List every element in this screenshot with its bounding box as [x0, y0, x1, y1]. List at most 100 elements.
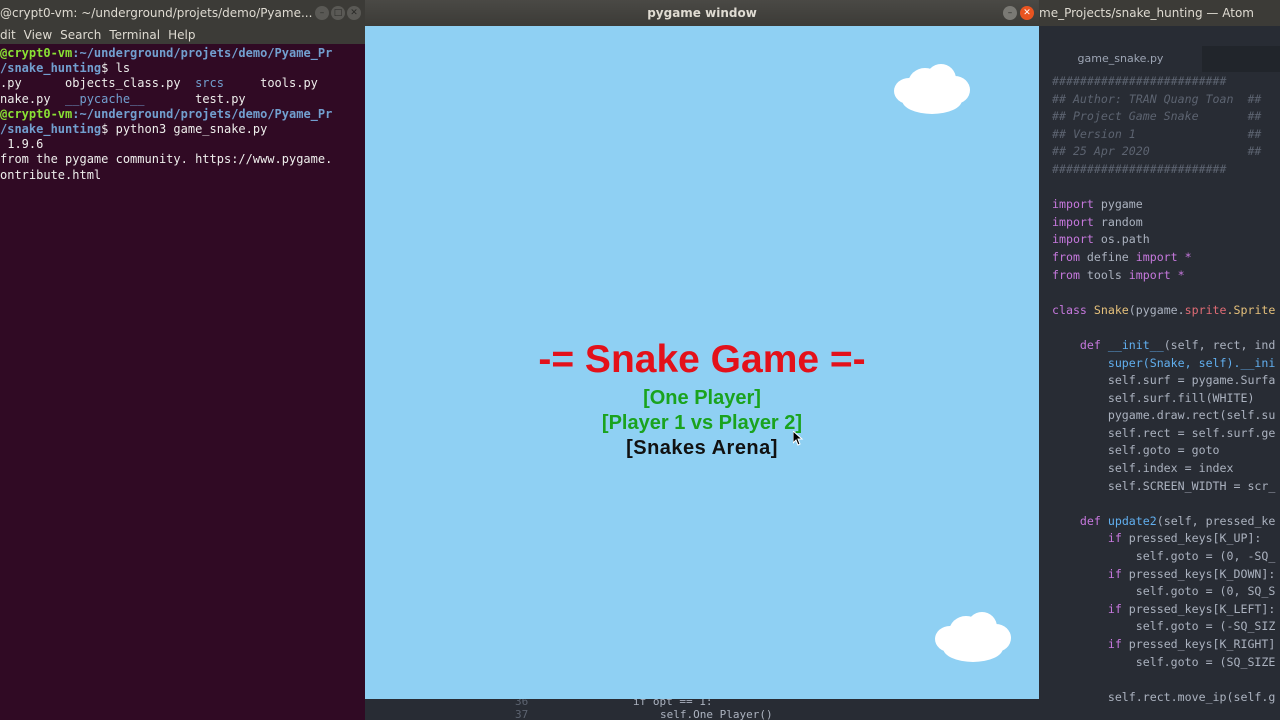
terminal-titlebar[interactable]: @crypt0-vm: ~/underground/projets/demo/P…	[0, 0, 365, 26]
code-text: define	[1079, 249, 1136, 264]
code-text: pressed_keys[K_RIGHT]	[1121, 637, 1276, 651]
code-comment: ## Author: TRAN Quang Toan ##	[1052, 91, 1262, 106]
code-comment: ## Project Game Snake ##	[1052, 109, 1262, 124]
code-keyword: if	[1107, 637, 1122, 651]
code-text: pygame.draw.rect(self.su	[1107, 408, 1276, 423]
code-function: update2	[1107, 513, 1157, 528]
code-text: tools	[1079, 267, 1129, 282]
menu-help[interactable]: Help	[168, 28, 195, 42]
code-keyword: if	[1107, 601, 1122, 616]
code-text: self.index = index	[1107, 461, 1234, 476]
code-text: pressed_keys[K_UP]:	[1121, 531, 1262, 546]
code-keyword: if	[1107, 531, 1122, 546]
code-text: super(Snake, self).__ini	[1107, 355, 1276, 370]
prompt-path: :~/underground/projets/demo/Pyame_Pr	[72, 46, 333, 60]
line-number: 36	[515, 699, 529, 708]
menu-option-snakes-arena[interactable]: [Snakes Arena]	[365, 435, 1039, 461]
terminal-title: @crypt0-vm: ~/underground/projets/demo/P…	[0, 6, 313, 20]
background-editor-strip: 36 37 if opt == 1: self.One_Player()	[365, 699, 1039, 720]
code-text: random	[1093, 214, 1143, 229]
code-keyword: import *	[1128, 267, 1185, 282]
code-keyword: import	[1052, 197, 1094, 212]
atom-tab-bar: game_snake.py	[1039, 46, 1280, 72]
code-prop: sprite	[1184, 302, 1227, 317]
code-keyword: def	[1079, 337, 1101, 352]
prompt-path: /snake_hunting	[0, 122, 102, 137]
output-line: 1.9.6	[0, 137, 44, 152]
prompt-user: @crypt0-vm	[0, 106, 73, 121]
code-keyword: def	[1079, 513, 1101, 528]
code-keyword: class	[1052, 302, 1087, 317]
code-text: (self, rect, ind	[1163, 337, 1276, 352]
menu-view[interactable]: View	[24, 28, 52, 42]
menu-terminal[interactable]: Terminal	[109, 28, 160, 42]
code-keyword: from	[1052, 249, 1080, 264]
code-comment: #########################	[1052, 161, 1227, 176]
command-run: $ python3 game_snake.py	[101, 122, 268, 137]
ls-output: nake.py	[0, 91, 66, 106]
ls-output: .py objects_class.py	[0, 76, 196, 91]
menu-edit[interactable]: dit	[0, 28, 16, 42]
code-text: pygame	[1093, 197, 1143, 212]
code-keyword: import	[1052, 232, 1094, 247]
game-title: -= Snake Game =-	[538, 338, 866, 381]
code-text: if opt == 1:	[633, 699, 713, 708]
code-text: self.SCREEN_WIDTH = scr_	[1107, 478, 1276, 493]
command-ls: $ ls	[101, 61, 131, 76]
code-text: os.path	[1093, 232, 1150, 247]
terminal-menubar: dit View Search Terminal Help	[0, 26, 365, 44]
code-text: self.goto = (0, -SQ_	[1135, 549, 1276, 564]
tab-game-snake[interactable]: game_snake.py	[1039, 46, 1202, 72]
code-comment: ## 25 Apr 2020 ##	[1052, 144, 1262, 159]
code-text: pressed_keys[K_LEFT]:	[1121, 601, 1276, 616]
code-keyword: from	[1052, 267, 1080, 282]
menu-option-one-player[interactable]: [One Player]	[365, 385, 1039, 411]
code-text: self.goto = (SQ_SIZE	[1135, 654, 1276, 669]
code-text: self.goto = (0, SQ_S	[1135, 584, 1276, 599]
code-keyword: import *	[1135, 249, 1192, 264]
code-text: self.surf.fill(WHITE)	[1107, 390, 1255, 405]
prompt-path: /snake_hunting	[0, 61, 102, 76]
code-text: self.goto = goto	[1107, 443, 1220, 458]
code-keyword: import	[1052, 214, 1094, 229]
code-class: Snake	[1093, 302, 1129, 317]
close-icon[interactable]: ✕	[347, 6, 361, 20]
terminal-window[interactable]: @crypt0-vm: ~/underground/projets/demo/P…	[0, 0, 365, 720]
cloud-sprite	[894, 64, 972, 120]
pygame-titlebar[interactable]: pygame window	[365, 0, 1039, 26]
pygame-window-title: pygame window	[647, 6, 757, 20]
ls-dir: __pycache__	[65, 91, 145, 106]
menu-option-two-player[interactable]: [Player 1 vs Player 2]	[365, 410, 1039, 436]
ls-dir: srcs	[195, 76, 224, 91]
atom-title: me_Projects/snake_hunting — Atom	[1039, 6, 1254, 20]
menu-search[interactable]: Search	[60, 28, 101, 42]
output-line: ontribute.html	[0, 167, 102, 182]
cloud-sprite	[935, 612, 1013, 668]
code-editor[interactable]: ######################### ## Author: TRA…	[1052, 73, 1275, 706]
code-text: self.rect = self.surf.ge	[1107, 425, 1276, 440]
terminal-output[interactable]: @crypt0-vm:~/underground/projets/demo/Py…	[0, 46, 365, 183]
code-text: self.rect.move_ip(self.g	[1107, 689, 1276, 704]
atom-titlebar[interactable]: me_Projects/snake_hunting — Atom	[1039, 0, 1280, 26]
code-comment: #########################	[1052, 74, 1227, 88]
close-icon[interactable]: ✕	[1020, 6, 1034, 20]
prompt-path: :~/underground/projets/demo/Pyame_Pr	[72, 106, 333, 121]
maximize-icon[interactable]: □	[331, 6, 345, 20]
output-line: from the pygame community. https://www.p…	[0, 152, 333, 167]
pygame-window[interactable]: pygame window – ✕ -= Snake Game =- [One …	[365, 0, 1039, 699]
ls-output: tools.py	[223, 76, 318, 91]
minimize-icon[interactable]: –	[1003, 6, 1017, 20]
code-text: (pygame.	[1128, 302, 1185, 317]
prompt-user: @crypt0-vm	[0, 46, 73, 60]
code-text: (self, pressed_ke	[1156, 513, 1276, 528]
code-function: __init__	[1107, 337, 1164, 352]
minimize-icon[interactable]: –	[315, 6, 329, 20]
code-class: .Sprite	[1226, 302, 1276, 317]
code-text: pressed_keys[K_DOWN]:	[1121, 566, 1276, 581]
code-comment: ## Version 1 ##	[1052, 126, 1262, 141]
code-text: self.One_Player()	[660, 708, 773, 720]
code-text: self.surf = pygame.Surfa	[1107, 373, 1276, 388]
line-number: 37	[515, 708, 529, 720]
ls-output: test.py	[144, 91, 246, 106]
atom-editor-window[interactable]: me_Projects/snake_hunting — Atom game_sn…	[1039, 0, 1280, 720]
